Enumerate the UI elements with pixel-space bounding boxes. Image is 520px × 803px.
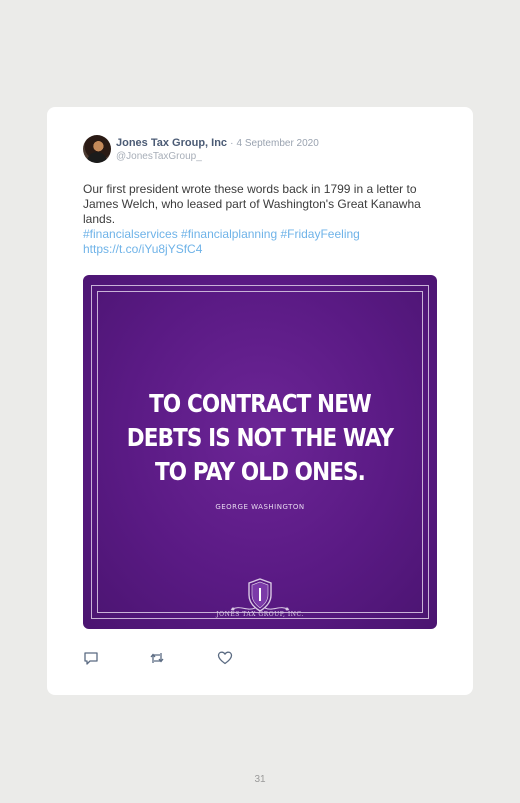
- quote-line-1: TO CONTRACT NEW: [149, 389, 372, 418]
- logo-wordmark: JONES TAX GROUP, INC.: [216, 611, 304, 618]
- tweet-hashtags[interactable]: #financialservices #financialplanning #F…: [83, 227, 360, 241]
- heart-icon[interactable]: [217, 650, 233, 666]
- tweet-body: Our first president wrote these words ba…: [83, 182, 443, 257]
- display-name[interactable]: Jones Tax Group, Inc: [116, 137, 227, 149]
- tweet-text: Our first president wrote these words ba…: [83, 182, 421, 226]
- quote-text: TO CONTRACT NEW DEBTS IS NOT THE WAY TO …: [108, 387, 412, 489]
- tweet-card: Jones Tax Group, Inc · 4 September 2020 …: [47, 107, 473, 695]
- avatar[interactable]: [83, 135, 111, 163]
- tweet-header: Jones Tax Group, Inc · 4 September 2020: [116, 137, 319, 149]
- tweet-actions: [83, 650, 283, 666]
- avatar-figure: [87, 152, 107, 163]
- user-handle[interactable]: @JonesTaxGroup_: [116, 151, 202, 162]
- tweet-date[interactable]: 4 September 2020: [237, 138, 319, 149]
- reply-icon[interactable]: [83, 650, 99, 666]
- quote-line-3: TO PAY OLD ONES.: [154, 457, 366, 486]
- quote-author: GEORGE WASHINGTON: [215, 503, 305, 511]
- header-separator: ·: [230, 138, 234, 149]
- retweet-icon[interactable]: [149, 650, 165, 666]
- page-number: 31: [254, 774, 266, 785]
- tweet-link[interactable]: https://t.co/iYu8jYSfC4: [83, 242, 202, 256]
- tweet-media-image[interactable]: TO CONTRACT NEW DEBTS IS NOT THE WAY TO …: [83, 275, 437, 629]
- quote-line-2: DEBTS IS NOT THE WAY: [126, 423, 394, 452]
